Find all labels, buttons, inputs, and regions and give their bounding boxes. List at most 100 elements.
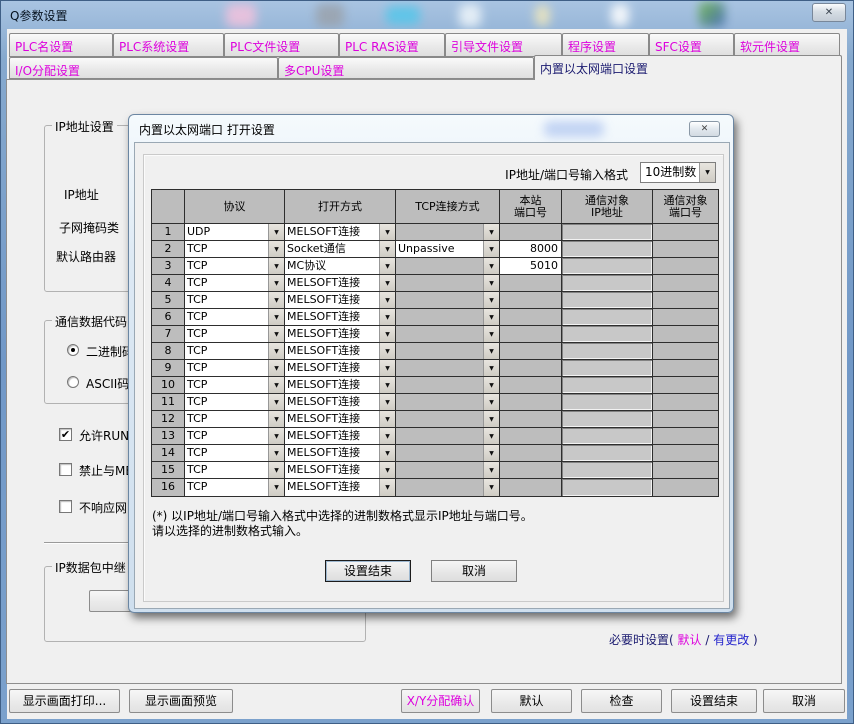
tcp-mode-dropdown[interactable]: Unpassive▼ bbox=[396, 241, 500, 257]
chevron-down-icon[interactable]: ▼ bbox=[268, 275, 284, 291]
open-method-dropdown[interactable]: MELSOFT连接▼ bbox=[285, 309, 396, 325]
tab-plc-ras[interactable]: PLC RAS设置 bbox=[339, 33, 445, 57]
chevron-down-icon[interactable]: ▼ bbox=[268, 394, 284, 410]
default-link[interactable]: 默认 bbox=[678, 633, 702, 647]
input-format-dropdown[interactable]: 10进制数 ▼ bbox=[640, 162, 716, 183]
open-method-dropdown[interactable]: MELSOFT连接▼ bbox=[285, 394, 396, 410]
default-button[interactable]: 默认 bbox=[491, 689, 572, 713]
open-method-dropdown[interactable]: MELSOFT连接▼ bbox=[285, 479, 396, 496]
tcp-mode-dropdown[interactable]: ▼ bbox=[396, 224, 500, 240]
chevron-down-icon[interactable]: ▼ bbox=[268, 224, 284, 240]
print-screen-button[interactable]: 显示画面打印... bbox=[9, 689, 120, 713]
dialog-end-setting-button[interactable]: 设置结束 bbox=[325, 560, 411, 582]
tab-builtin-ethernet[interactable]: 内置以太网端口设置 bbox=[534, 55, 842, 80]
chevron-down-icon[interactable]: ▼ bbox=[483, 326, 499, 342]
chevron-down-icon[interactable]: ▼ bbox=[483, 224, 499, 240]
tcp-mode-dropdown[interactable]: ▼ bbox=[396, 292, 500, 308]
tab-plc-file[interactable]: PLC文件设置 bbox=[224, 33, 339, 57]
chevron-down-icon[interactable]: ▼ bbox=[699, 163, 715, 182]
preview-screen-button[interactable]: 显示画面预览 bbox=[129, 689, 233, 713]
tcp-mode-dropdown[interactable]: ▼ bbox=[396, 411, 500, 427]
tcp-mode-dropdown[interactable]: ▼ bbox=[396, 428, 500, 444]
allow-run-checkbox[interactable]: ✔ bbox=[59, 428, 72, 441]
chevron-down-icon[interactable]: ▼ bbox=[483, 241, 499, 257]
chevron-down-icon[interactable]: ▼ bbox=[483, 462, 499, 478]
tcp-mode-dropdown[interactable]: ▼ bbox=[396, 479, 500, 496]
window-close-button[interactable]: ✕ bbox=[812, 3, 846, 22]
dialog-close-button[interactable]: ✕ bbox=[689, 121, 720, 137]
chevron-down-icon[interactable]: ▼ bbox=[379, 479, 395, 496]
chevron-down-icon[interactable]: ▼ bbox=[379, 224, 395, 240]
chevron-down-icon[interactable]: ▼ bbox=[483, 428, 499, 444]
window-titlebar[interactable]: Q参数设置 ✕ bbox=[1, 1, 854, 29]
chevron-down-icon[interactable]: ▼ bbox=[483, 292, 499, 308]
tcp-mode-dropdown[interactable]: ▼ bbox=[396, 360, 500, 376]
open-method-dropdown[interactable]: MELSOFT连接▼ bbox=[285, 360, 396, 376]
tcp-mode-dropdown[interactable]: ▼ bbox=[396, 462, 500, 478]
no-response-checkbox[interactable] bbox=[59, 500, 72, 513]
chevron-down-icon[interactable]: ▼ bbox=[268, 309, 284, 325]
open-method-dropdown[interactable]: MELSOFT连接▼ bbox=[285, 326, 396, 342]
protocol-dropdown[interactable]: TCP▼ bbox=[185, 241, 285, 257]
chevron-down-icon[interactable]: ▼ bbox=[483, 411, 499, 427]
binary-code-radio[interactable] bbox=[67, 344, 79, 356]
open-method-dropdown[interactable]: MELSOFT连接▼ bbox=[285, 462, 396, 478]
tcp-mode-dropdown[interactable]: ▼ bbox=[396, 343, 500, 359]
chevron-down-icon[interactable]: ▼ bbox=[379, 275, 395, 291]
protocol-dropdown[interactable]: TCP▼ bbox=[185, 428, 285, 444]
open-method-dropdown[interactable]: MC协议▼ bbox=[285, 258, 396, 274]
chevron-down-icon[interactable]: ▼ bbox=[379, 326, 395, 342]
protocol-dropdown[interactable]: UDP▼ bbox=[185, 224, 285, 240]
chevron-down-icon[interactable]: ▼ bbox=[379, 241, 395, 257]
chevron-down-icon[interactable]: ▼ bbox=[483, 479, 499, 496]
end-setting-button[interactable]: 设置结束 bbox=[671, 689, 757, 713]
chevron-down-icon[interactable]: ▼ bbox=[379, 258, 395, 274]
protocol-dropdown[interactable]: TCP▼ bbox=[185, 394, 285, 410]
protocol-dropdown[interactable]: TCP▼ bbox=[185, 309, 285, 325]
protocol-dropdown[interactable]: TCP▼ bbox=[185, 411, 285, 427]
tcp-mode-dropdown[interactable]: ▼ bbox=[396, 326, 500, 342]
chevron-down-icon[interactable]: ▼ bbox=[268, 258, 284, 274]
local-port-cell[interactable]: 5010 bbox=[500, 258, 562, 274]
tab-program[interactable]: 程序设置 bbox=[562, 33, 649, 57]
tab-plc-name[interactable]: PLC名设置 bbox=[9, 33, 113, 57]
dialog-cancel-button[interactable]: 取消 bbox=[431, 560, 517, 582]
open-method-dropdown[interactable]: MELSOFT连接▼ bbox=[285, 292, 396, 308]
tcp-mode-dropdown[interactable]: ▼ bbox=[396, 445, 500, 461]
open-method-dropdown[interactable]: MELSOFT连接▼ bbox=[285, 343, 396, 359]
chevron-down-icon[interactable]: ▼ bbox=[379, 292, 395, 308]
chevron-down-icon[interactable]: ▼ bbox=[268, 360, 284, 376]
protocol-dropdown[interactable]: TCP▼ bbox=[185, 377, 285, 393]
chevron-down-icon[interactable]: ▼ bbox=[379, 428, 395, 444]
protocol-dropdown[interactable]: TCP▼ bbox=[185, 275, 285, 291]
tab-multi-cpu[interactable]: 多CPU设置 bbox=[278, 57, 534, 79]
protocol-dropdown[interactable]: TCP▼ bbox=[185, 445, 285, 461]
chevron-down-icon[interactable]: ▼ bbox=[483, 258, 499, 274]
chevron-down-icon[interactable]: ▼ bbox=[268, 428, 284, 444]
tab-boot-file[interactable]: 引导文件设置 bbox=[445, 33, 562, 57]
ascii-code-radio[interactable] bbox=[67, 376, 79, 388]
open-method-dropdown[interactable]: MELSOFT连接▼ bbox=[285, 411, 396, 427]
chevron-down-icon[interactable]: ▼ bbox=[379, 462, 395, 478]
chevron-down-icon[interactable]: ▼ bbox=[268, 326, 284, 342]
chevron-down-icon[interactable]: ▼ bbox=[483, 445, 499, 461]
protocol-dropdown[interactable]: TCP▼ bbox=[185, 462, 285, 478]
chevron-down-icon[interactable]: ▼ bbox=[483, 275, 499, 291]
chevron-down-icon[interactable]: ▼ bbox=[268, 462, 284, 478]
chevron-down-icon[interactable]: ▼ bbox=[268, 411, 284, 427]
protocol-dropdown[interactable]: TCP▼ bbox=[185, 292, 285, 308]
chevron-down-icon[interactable]: ▼ bbox=[268, 343, 284, 359]
open-method-dropdown[interactable]: MELSOFT连接▼ bbox=[285, 275, 396, 291]
tab-device[interactable]: 软元件设置 bbox=[734, 33, 840, 57]
tcp-mode-dropdown[interactable]: ▼ bbox=[396, 275, 500, 291]
check-button[interactable]: 检查 bbox=[581, 689, 662, 713]
chevron-down-icon[interactable]: ▼ bbox=[483, 394, 499, 410]
cancel-button[interactable]: 取消 bbox=[763, 689, 845, 713]
chevron-down-icon[interactable]: ▼ bbox=[268, 479, 284, 496]
chevron-down-icon[interactable]: ▼ bbox=[379, 343, 395, 359]
chevron-down-icon[interactable]: ▼ bbox=[379, 377, 395, 393]
tcp-mode-dropdown[interactable]: ▼ bbox=[396, 377, 500, 393]
chevron-down-icon[interactable]: ▼ bbox=[379, 309, 395, 325]
local-port-cell[interactable]: 8000 bbox=[500, 241, 562, 257]
tcp-mode-dropdown[interactable]: ▼ bbox=[396, 394, 500, 410]
